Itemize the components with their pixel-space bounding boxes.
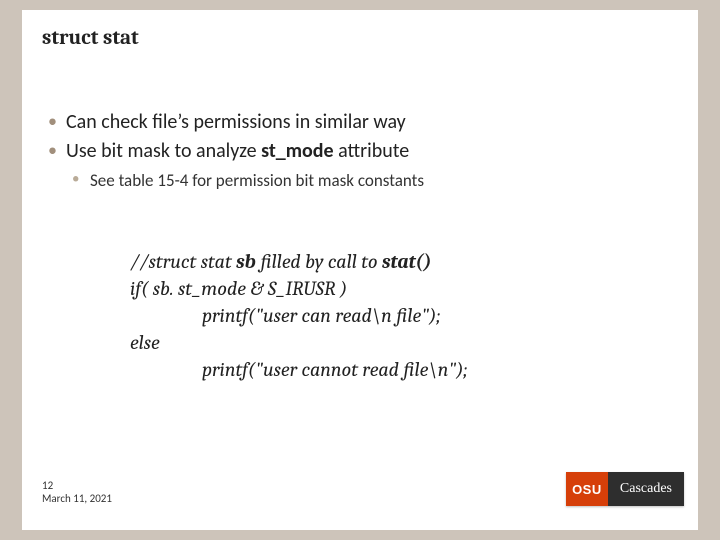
bullet-level2: See table 15-4 for permission bit mask c…: [42, 170, 678, 191]
code-line: else: [130, 329, 650, 356]
logo-short: OSU: [572, 482, 602, 497]
footer: 12 March 11, 2021: [42, 479, 112, 507]
logo-badge: OSU: [566, 472, 608, 506]
bullet-text: See table 15-4 for permission bit mask c…: [90, 170, 424, 191]
bullet-level1: Can check file’s permissions in similar …: [42, 110, 678, 135]
logo-name: Cascades: [620, 481, 672, 497]
footer-date: March 11, 2021: [42, 492, 112, 506]
bullet-text: Use bit mask to analyze: [66, 139, 261, 163]
code-bold: stat(): [382, 250, 432, 273]
code-line: //struct stat sb filled by call to stat(…: [130, 248, 650, 275]
bullet-bold: st_mode: [261, 139, 333, 163]
slide-body: Can check file’s permissions in similar …: [42, 110, 678, 195]
bullet-text: Can check file’s permissions in similar …: [66, 110, 406, 134]
slide: struct stat Can check file’s permissions…: [22, 10, 698, 530]
bullet-text: attribute: [334, 139, 410, 163]
code-line: printf("user can read\n file");: [130, 302, 650, 329]
logo-name-box: Cascades: [608, 472, 684, 506]
code-line: if( sb. st_mode & S_IRUSR ): [130, 275, 650, 302]
bullet-level1: Use bit mask to analyze st_mode attribut…: [42, 139, 678, 164]
slide-title: struct stat: [42, 26, 139, 50]
code-text: //struct stat: [130, 250, 236, 273]
code-block: //struct stat sb filled by call to stat(…: [130, 248, 650, 383]
page-number: 12: [42, 479, 112, 493]
osu-cascades-logo: OSU Cascades: [566, 472, 684, 506]
code-text: filled by call to: [256, 250, 382, 273]
code-bold: sb: [236, 250, 256, 273]
code-line: printf("user cannot read file\n");: [130, 356, 650, 383]
